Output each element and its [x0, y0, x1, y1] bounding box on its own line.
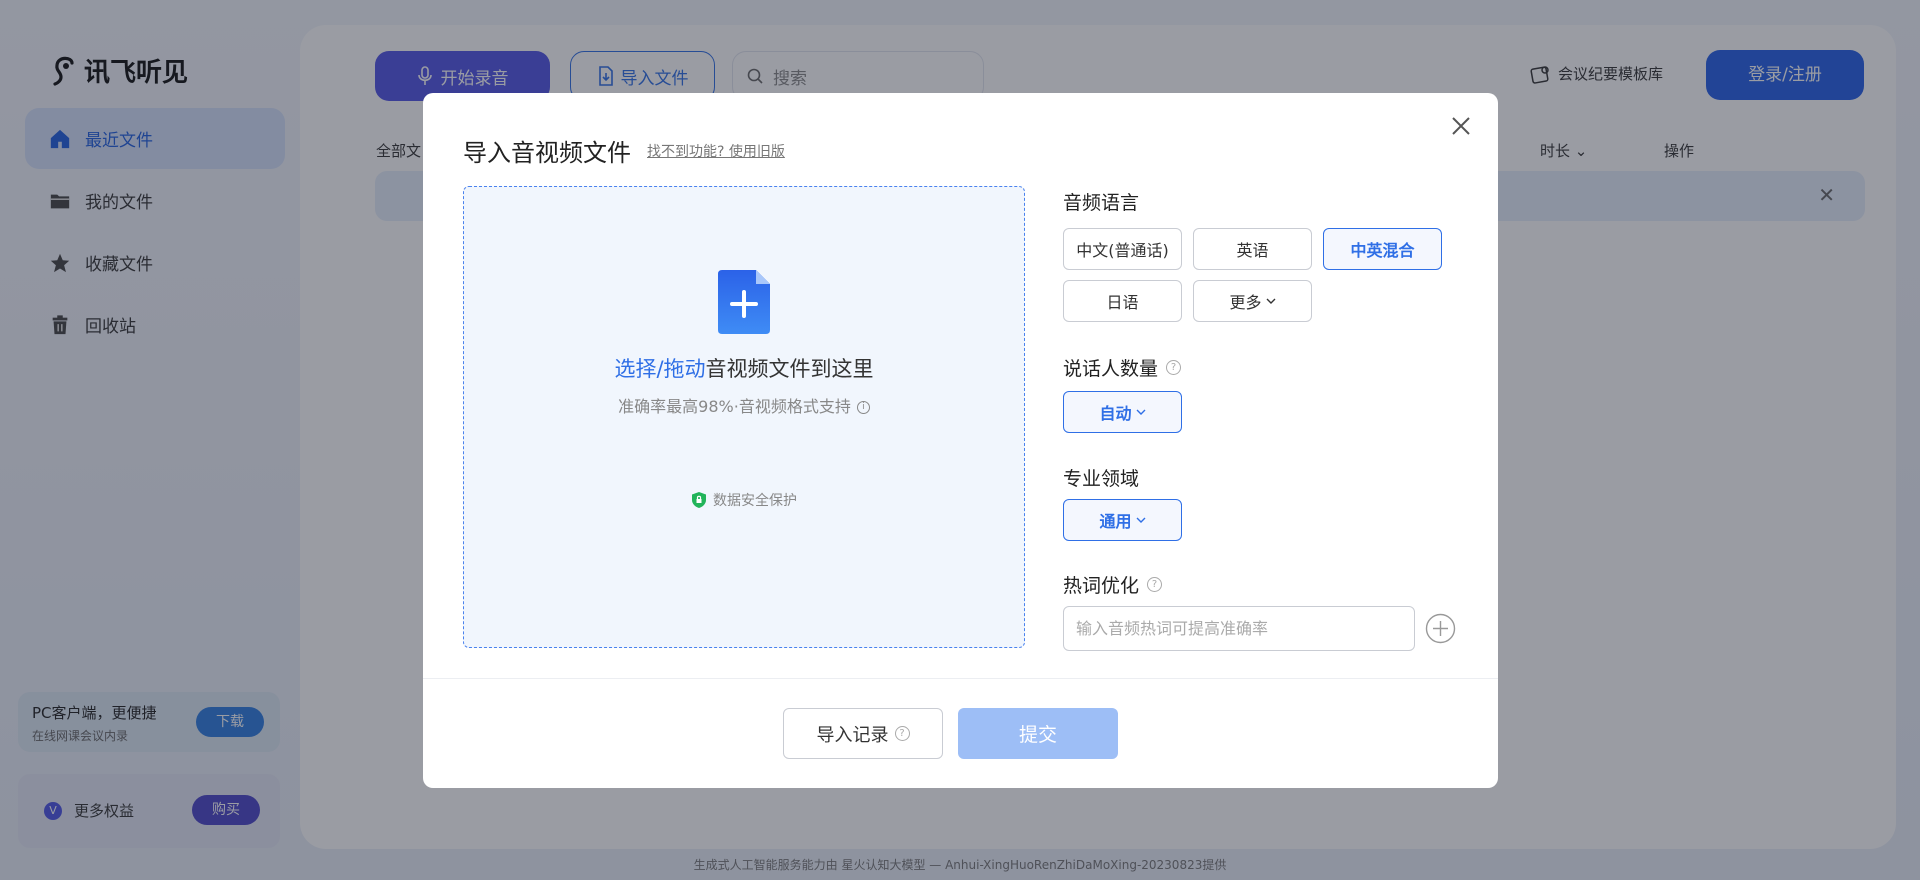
info-icon[interactable]: i: [856, 401, 870, 414]
speaker-count-label: 说话人数量: [1063, 358, 1159, 380]
legacy-version-link[interactable]: 找不到功能? 使用旧版: [647, 141, 785, 161]
dropzone-subtext: 准确率最高98%·音视频格式支持 i: [464, 393, 1024, 417]
shield-icon: [692, 492, 706, 508]
help-icon: ?: [894, 726, 910, 741]
audio-language-label: 音频语言: [1063, 192, 1140, 214]
language-more-dropdown[interactable]: 更多: [1193, 280, 1312, 322]
accuracy-text: 准确率最高98%·音视频格式支持: [618, 397, 851, 416]
import-history-button[interactable]: 导入记录 ?: [783, 708, 943, 759]
hotword-section: 热词优化 ?: [1063, 571, 1163, 598]
domain-dropdown[interactable]: 通用: [1063, 499, 1182, 541]
file-add-icon: [718, 270, 770, 334]
hotword-input[interactable]: [1063, 606, 1415, 651]
domain-label: 专业领域: [1063, 468, 1140, 490]
import-history-label: 导入记录: [816, 724, 889, 746]
dropzone-text-rest: 音视频文件到这里: [705, 357, 874, 381]
dropzone-text: 选择/拖动音视频文件到这里: [464, 353, 1024, 383]
add-circle-icon[interactable]: [1425, 613, 1456, 644]
speaker-count-section: 说话人数量 ?: [1063, 354, 1182, 381]
data-security-note: 数据安全保护: [464, 490, 1024, 510]
data-security-label: 数据安全保护: [713, 493, 797, 509]
domain-value: 通用: [1099, 512, 1132, 531]
help-icon[interactable]: ?: [1147, 577, 1163, 592]
close-icon[interactable]: [1446, 111, 1476, 141]
language-option-mandarin[interactable]: 中文(普通话): [1063, 228, 1182, 270]
language-option-english[interactable]: 英语: [1193, 228, 1312, 270]
chevron-down-icon: [1266, 298, 1275, 304]
help-icon[interactable]: ?: [1166, 360, 1182, 375]
submit-button[interactable]: 提交: [958, 708, 1118, 759]
hotword-label: 热词优化: [1063, 575, 1140, 597]
file-dropzone[interactable]: 选择/拖动音视频文件到这里 准确率最高98%·音视频格式支持 i 数据安全保护: [463, 186, 1025, 648]
import-dialog: 导入音视频文件 找不到功能? 使用旧版 选择/拖动音视频文件到这里 准确率最高9…: [423, 93, 1498, 788]
language-more-label: 更多: [1229, 293, 1262, 312]
chevron-down-icon: [1136, 517, 1145, 523]
select-drag-link[interactable]: 选择/拖动: [614, 357, 705, 381]
language-option-japanese[interactable]: 日语: [1063, 280, 1182, 322]
speaker-count-dropdown[interactable]: 自动: [1063, 391, 1182, 433]
chevron-down-icon: [1136, 409, 1145, 415]
speaker-count-value: 自动: [1099, 404, 1132, 423]
dialog-divider: [423, 678, 1498, 679]
dialog-title: 导入音视频文件: [463, 139, 631, 167]
language-option-mixed[interactable]: 中英混合: [1323, 228, 1442, 270]
